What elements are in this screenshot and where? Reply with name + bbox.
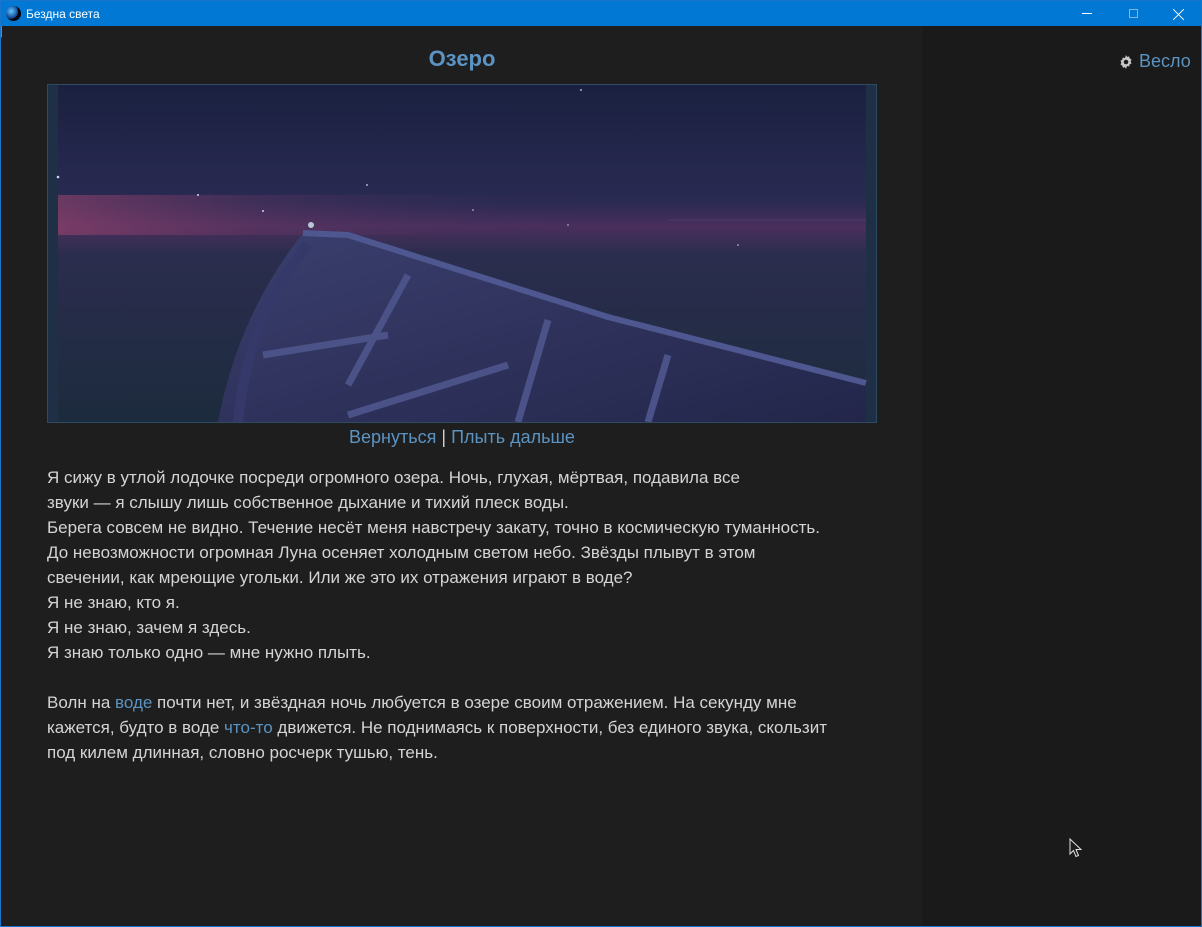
window-title: Бездна света [26,7,100,21]
water-link[interactable]: воде [115,693,152,712]
inventory-item-label: Весло [1139,51,1191,71]
story-panel: Озеро Вернуться | Плыть дальше Я сижу в … [2,26,922,926]
nav-links: Вернуться | Плыть дальше [2,427,922,448]
maximize-button[interactable] [1110,1,1156,26]
story-line: Я сижу в утлой лодочке посреди огромного… [47,468,740,487]
story-line: кажется, будто в воде что-то движется. Н… [47,715,877,740]
passage-title: Озеро [428,46,496,71]
story-text: Я сижу в утлой лодочке посреди огромного… [47,465,877,765]
back-link[interactable]: Вернуться [349,427,436,447]
story-text-fragment: Волн на [47,693,116,712]
inventory-item-oar[interactable]: Весло [1119,51,1191,72]
forward-link[interactable]: Плыть дальше [451,427,575,447]
app-globe-icon [6,6,21,21]
story-line: До невозможности огромная Луна осеняет х… [47,543,756,562]
mouse-cursor-icon [1069,838,1083,858]
close-button[interactable] [1156,1,1202,26]
nav-separator: | [441,427,447,447]
story-text-fragment: движется. Не поднимаясь к поверхности, б… [272,718,827,737]
minimize-icon [1082,13,1092,14]
close-icon [1173,8,1185,20]
story-line: Волн на воде почти нет, и звёздная ночь … [47,690,877,715]
maximize-icon [1128,9,1138,18]
story-line: Я не знаю, зачем я здесь. [47,618,251,637]
story-line: звуки — я слышу лишь собственное дыхание… [47,493,569,512]
story-line: свечении, как мреющие угольки. Или же эт… [47,568,633,587]
story-line: Я знаю только одно — мне нужно плыть. [47,643,371,662]
something-link[interactable]: что-то [224,718,273,737]
app-window: Бездна света Озеро Вернуться | Плыть дал… [0,0,1202,927]
story-line: Берега совсем не видно. Течение несёт ме… [47,518,820,537]
story-text-fragment: кажется, будто в воде [47,718,225,737]
boat-illustration [48,85,876,422]
story-line: под килем длинная, словно росчерк тушью,… [47,743,438,762]
title-bar[interactable]: Бездна света [1,1,1201,26]
story-line: Я не знаю, кто я. [47,593,180,612]
gear-icon [1120,54,1132,69]
minimize-button[interactable] [1064,1,1110,26]
story-text-fragment: почти нет, и звёздная ночь любуется в оз… [152,693,797,712]
inventory-sidebar: Весло [922,26,1201,926]
night-lake-boat-image [47,84,877,423]
